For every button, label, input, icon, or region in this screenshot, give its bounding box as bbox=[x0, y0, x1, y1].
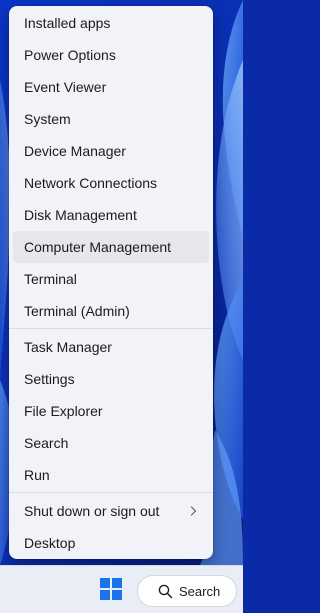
menu-item-label: Search bbox=[24, 435, 69, 451]
menu-item-terminal[interactable]: Terminal bbox=[13, 263, 209, 295]
menu-item-device-manager[interactable]: Device Manager bbox=[13, 135, 209, 167]
windows-logo-icon bbox=[100, 578, 122, 600]
menu-divider bbox=[9, 492, 213, 493]
menu-item-label: Installed apps bbox=[24, 15, 111, 31]
menu-group-system-tools: Installed apps Power Options Event Viewe… bbox=[9, 7, 213, 327]
quick-link-menu: Installed apps Power Options Event Viewe… bbox=[9, 6, 213, 559]
menu-divider bbox=[9, 328, 213, 329]
menu-item-power-options[interactable]: Power Options bbox=[13, 39, 209, 71]
start-button[interactable] bbox=[96, 574, 126, 604]
menu-item-run[interactable]: Run bbox=[13, 459, 209, 491]
menu-item-desktop[interactable]: Desktop bbox=[13, 527, 209, 559]
menu-item-label: Network Connections bbox=[24, 175, 158, 191]
search-label: Search bbox=[179, 583, 221, 599]
menu-item-label: Computer Management bbox=[24, 239, 172, 255]
menu-item-label: Settings bbox=[24, 371, 75, 387]
menu-item-label: Task Manager bbox=[24, 339, 112, 355]
menu-item-label: Disk Management bbox=[24, 207, 137, 223]
search-icon bbox=[158, 584, 173, 598]
menu-item-label: Terminal bbox=[24, 271, 77, 287]
menu-item-label: Run bbox=[24, 467, 50, 483]
menu-item-installed-apps[interactable]: Installed apps bbox=[13, 7, 209, 39]
menu-item-search[interactable]: Search bbox=[13, 427, 209, 459]
menu-item-label: File Explorer bbox=[24, 403, 103, 419]
menu-item-label: System bbox=[24, 111, 71, 127]
menu-item-settings[interactable]: Settings bbox=[13, 363, 209, 395]
menu-item-label: Terminal (Admin) bbox=[24, 303, 130, 319]
menu-item-terminal-admin[interactable]: Terminal (Admin) bbox=[13, 295, 209, 327]
menu-item-task-manager[interactable]: Task Manager bbox=[13, 331, 209, 363]
menu-item-file-explorer[interactable]: File Explorer bbox=[13, 395, 209, 427]
menu-item-event-viewer[interactable]: Event Viewer bbox=[13, 71, 209, 103]
taskbar-search-box[interactable]: Search bbox=[137, 575, 237, 607]
menu-item-label: Power Options bbox=[24, 47, 116, 63]
menu-item-system[interactable]: System bbox=[13, 103, 209, 135]
menu-item-label: Event Viewer bbox=[24, 79, 107, 95]
menu-item-network-connections[interactable]: Network Connections bbox=[13, 167, 209, 199]
menu-group-power: Shut down or sign out Desktop bbox=[9, 495, 213, 559]
menu-item-shut-down-or-sign-out[interactable]: Shut down or sign out bbox=[13, 495, 209, 527]
taskbar: Search bbox=[0, 565, 243, 613]
menu-item-label: Desktop bbox=[24, 535, 76, 551]
menu-item-label: Shut down or sign out bbox=[24, 503, 160, 519]
chevron-right-icon bbox=[190, 506, 197, 516]
menu-item-computer-management[interactable]: Computer Management bbox=[13, 231, 209, 263]
menu-group-shell: Task Manager Settings File Explorer Sear… bbox=[9, 331, 213, 491]
menu-item-disk-management[interactable]: Disk Management bbox=[13, 199, 209, 231]
menu-item-label: Device Manager bbox=[24, 143, 126, 159]
